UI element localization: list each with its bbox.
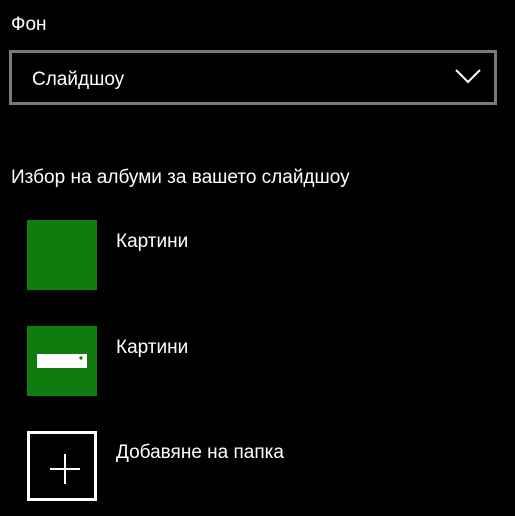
background-label: Фон <box>11 14 47 35</box>
album-label: Картини <box>116 337 189 358</box>
add-folder-tile <box>27 431 97 501</box>
albums-section-title: Избор на албуми за вашето слайдшоу <box>11 167 350 188</box>
album-thumbnail <box>27 326 97 396</box>
plus-icon <box>50 454 80 484</box>
album-item[interactable]: Картини <box>27 326 487 396</box>
device-icon <box>37 354 87 368</box>
album-label: Картини <box>116 231 189 252</box>
album-item[interactable]: Картини <box>27 220 487 290</box>
album-thumbnail <box>27 220 97 290</box>
add-folder-button[interactable]: Добавяне на папка <box>27 431 487 501</box>
add-folder-label: Добавяне на папка <box>116 442 284 463</box>
background-dropdown[interactable]: Слайдшоу <box>9 50 497 105</box>
chevron-down-icon <box>455 69 481 84</box>
dropdown-selected-value: Слайдшоу <box>32 69 125 90</box>
